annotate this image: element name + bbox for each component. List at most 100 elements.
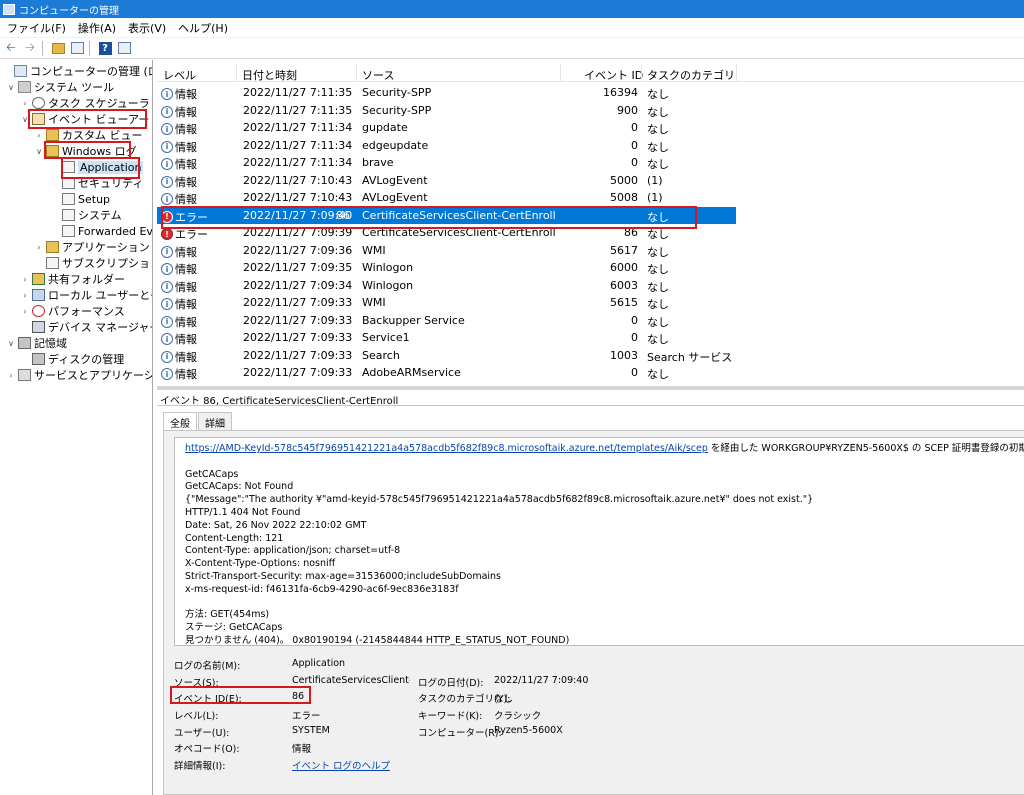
tree-storage[interactable]: ∨ 記憶域 <box>6 335 67 351</box>
tab-general[interactable]: 全般 <box>163 412 197 431</box>
event-row[interactable]: i 情報 2022/11/27 7:09:33 Search 1003 Search サー… <box>157 347 1024 365</box>
tree-label: アプリケーションと <box>62 241 153 254</box>
menu-view[interactable]: 表示(V) <box>123 20 171 36</box>
forward-arrow-icon[interactable]: 🡢 <box>22 40 38 56</box>
event-level-text: 情報 <box>175 368 197 381</box>
column-separator[interactable] <box>641 64 642 82</box>
event-date-cell: 2022/11/27 7:11:35 <box>243 103 353 117</box>
log-icon <box>62 209 75 221</box>
scep-url-link[interactable]: https://AMD-KeyId-578c545f796951421221a4… <box>185 443 708 454</box>
properties-icon[interactable] <box>116 40 132 56</box>
event-level-text: 情報 <box>175 280 197 294</box>
computer-value: Ryzen5-5600X <box>494 725 563 736</box>
help-icon[interactable]: ? <box>97 40 113 56</box>
tree-shared-folders[interactable]: › 共有フォルダー <box>20 271 125 287</box>
tree-performance[interactable]: › パフォーマンス <box>20 303 125 319</box>
info-icon: i <box>161 280 173 293</box>
column-header-event-id[interactable]: イベント ID <box>584 67 643 83</box>
tree-services-and-applications[interactable]: › サービスとアプリケーショ <box>6 367 152 383</box>
description-line: Date: Sat, 26 Nov 2022 22:10:02 GMT <box>185 519 367 531</box>
event-level-cell: i 情報 <box>161 331 197 347</box>
column-header-level[interactable]: レベル <box>163 67 196 83</box>
tree-setup[interactable]: Setup <box>50 191 110 207</box>
tree-label: コンピューターの管理 (ローカ <box>30 65 152 78</box>
event-category-cell: Search サービス <box>647 350 733 364</box>
event-level-text: 情報 <box>175 140 197 154</box>
column-separator[interactable] <box>356 64 357 82</box>
back-arrow-icon[interactable]: 🡠 <box>3 40 19 56</box>
event-row[interactable]: i 情報 2022/11/27 7:11:34 gupdate 0 なし <box>157 119 1024 137</box>
log-icon <box>62 225 75 237</box>
menu-action[interactable]: 操作(A) <box>73 20 121 36</box>
event-date-cell: 2022/11/27 7:10:43 <box>243 173 353 187</box>
tree-applications-and-services-logs[interactable]: › アプリケーションと <box>34 239 153 255</box>
event-row[interactable]: i 情報 2022/11/27 7:09:36 WMI 5617 なし <box>157 242 1024 260</box>
general-tab-body: https://AMD-KeyId-578c545f796951421221a4… <box>163 430 1024 795</box>
collapse-chevron-icon[interactable]: ∨ <box>6 339 16 348</box>
event-row[interactable]: i 情報 2022/11/27 7:11:35 Security-SPP 16394 なし <box>157 84 1024 102</box>
column-separator[interactable] <box>736 64 737 82</box>
tree-system-tools[interactable]: ∨ システム ツール <box>6 79 114 95</box>
log-name-label: ログの名前(M): <box>174 661 241 672</box>
expand-chevron-icon[interactable]: › <box>20 307 30 316</box>
event-source-cell: Winlogon <box>362 278 414 292</box>
tree-subscriptions[interactable]: サブスクリプション <box>34 255 153 271</box>
column-separator[interactable] <box>560 64 561 82</box>
expand-chevron-icon[interactable]: › <box>20 99 30 108</box>
event-category-cell: なし <box>647 315 669 329</box>
expand-chevron-icon[interactable]: › <box>34 131 44 140</box>
folder-up-icon[interactable] <box>50 40 66 56</box>
event-row[interactable]: i 情報 2022/11/27 7:10:43 AVLogEvent 5000 (1) <box>157 172 1024 190</box>
computer-management-root[interactable]: コンピューターの管理 (ローカ <box>2 63 152 79</box>
tree-label: パフォーマンス <box>48 305 125 318</box>
event-category-cell: なし <box>647 298 669 311</box>
event-row[interactable]: i 情報 2022/11/27 7:11:35 Security-SPP 900 なし <box>157 102 1024 120</box>
event-row[interactable]: i 情報 2022/11/27 7:11:34 brave 0 なし <box>157 154 1024 172</box>
toolbar-separator <box>89 40 90 56</box>
expand-chevron-icon[interactable]: › <box>6 371 16 380</box>
event-level-cell: i 情報 <box>161 86 197 102</box>
event-category-cell: なし <box>647 280 669 294</box>
event-row[interactable]: i 情報 2022/11/27 7:09:34 Winlogon 6003 なし <box>157 277 1024 295</box>
event-level-text: 情報 <box>175 158 197 171</box>
event-date-cell: 2022/11/27 7:09:33 <box>243 348 353 362</box>
menu-help[interactable]: ヘルプ(H) <box>173 20 233 36</box>
expand-chevron-icon[interactable]: › <box>20 275 30 284</box>
event-id-cell: 0 <box>631 366 638 379</box>
show-hide-console-tree-icon[interactable] <box>69 40 85 56</box>
tab-details[interactable]: 詳細 <box>198 412 232 430</box>
event-row[interactable]: i 情報 2022/11/27 7:09:35 Winlogon 6000 なし <box>157 259 1024 277</box>
event-level-cell: i 情報 <box>161 279 197 295</box>
collapse-chevron-icon[interactable]: ∨ <box>34 147 44 156</box>
description-line: GetCACaps <box>185 468 239 480</box>
tree-disk-management[interactable]: ディスクの管理 <box>20 351 124 367</box>
event-row[interactable]: i 情報 2022/11/27 7:09:33 WMI 5615 なし <box>157 294 1024 312</box>
tree-forwarded-events[interactable]: Forwarded Eve <box>50 223 153 239</box>
event-id-cell: 16394 <box>603 86 638 99</box>
column-header-source[interactable]: ソース <box>362 67 394 83</box>
info-icon: i <box>161 88 173 100</box>
expand-chevron-icon[interactable]: › <box>34 243 44 252</box>
info-icon: i <box>161 105 173 118</box>
tree-label: サブスクリプション <box>62 257 153 270</box>
event-row[interactable]: i 情報 2022/11/27 7:11:34 edgeupdate 0 なし <box>157 137 1024 155</box>
event-row[interactable]: i 情報 2022/11/27 7:09:33 Backupper Service 0 な… <box>157 312 1024 330</box>
event-row[interactable]: i 情報 2022/11/27 7:09:33 Service1 0 なし <box>157 329 1024 347</box>
tree-system-log[interactable]: システム <box>50 207 122 223</box>
event-source-cell: Winlogon <box>362 261 414 274</box>
column-header-date[interactable]: 日付と時刻 <box>242 67 297 83</box>
column-separator[interactable] <box>236 64 237 82</box>
tree-local-users-groups[interactable]: › ローカル ユーザーとグ <box>20 287 152 303</box>
event-row[interactable]: i 情報 2022/11/27 7:10:43 AVLogEvent 5008 (1) <box>157 189 1024 207</box>
collapse-chevron-icon[interactable]: ∨ <box>6 83 16 92</box>
menu-file[interactable]: ファイル(F) <box>2 20 71 36</box>
event-id-cell: 6000 <box>610 261 638 274</box>
tree-label: デバイス マネージャー <box>48 321 153 334</box>
tree-device-manager[interactable]: デバイス マネージャー <box>20 319 153 335</box>
tree-label: Forwarded Eve <box>78 224 153 238</box>
column-header-task-category[interactable]: タスクのカテゴリ <box>647 67 735 83</box>
event-log-help-link[interactable]: イベント ログのヘルプ <box>292 758 390 772</box>
expand-chevron-icon[interactable]: › <box>20 291 30 300</box>
event-row[interactable]: i 情報 2022/11/27 7:09:33 AdobeARMservice 0 なし <box>157 364 1024 382</box>
window-title: コンピューターの管理 <box>19 5 119 17</box>
